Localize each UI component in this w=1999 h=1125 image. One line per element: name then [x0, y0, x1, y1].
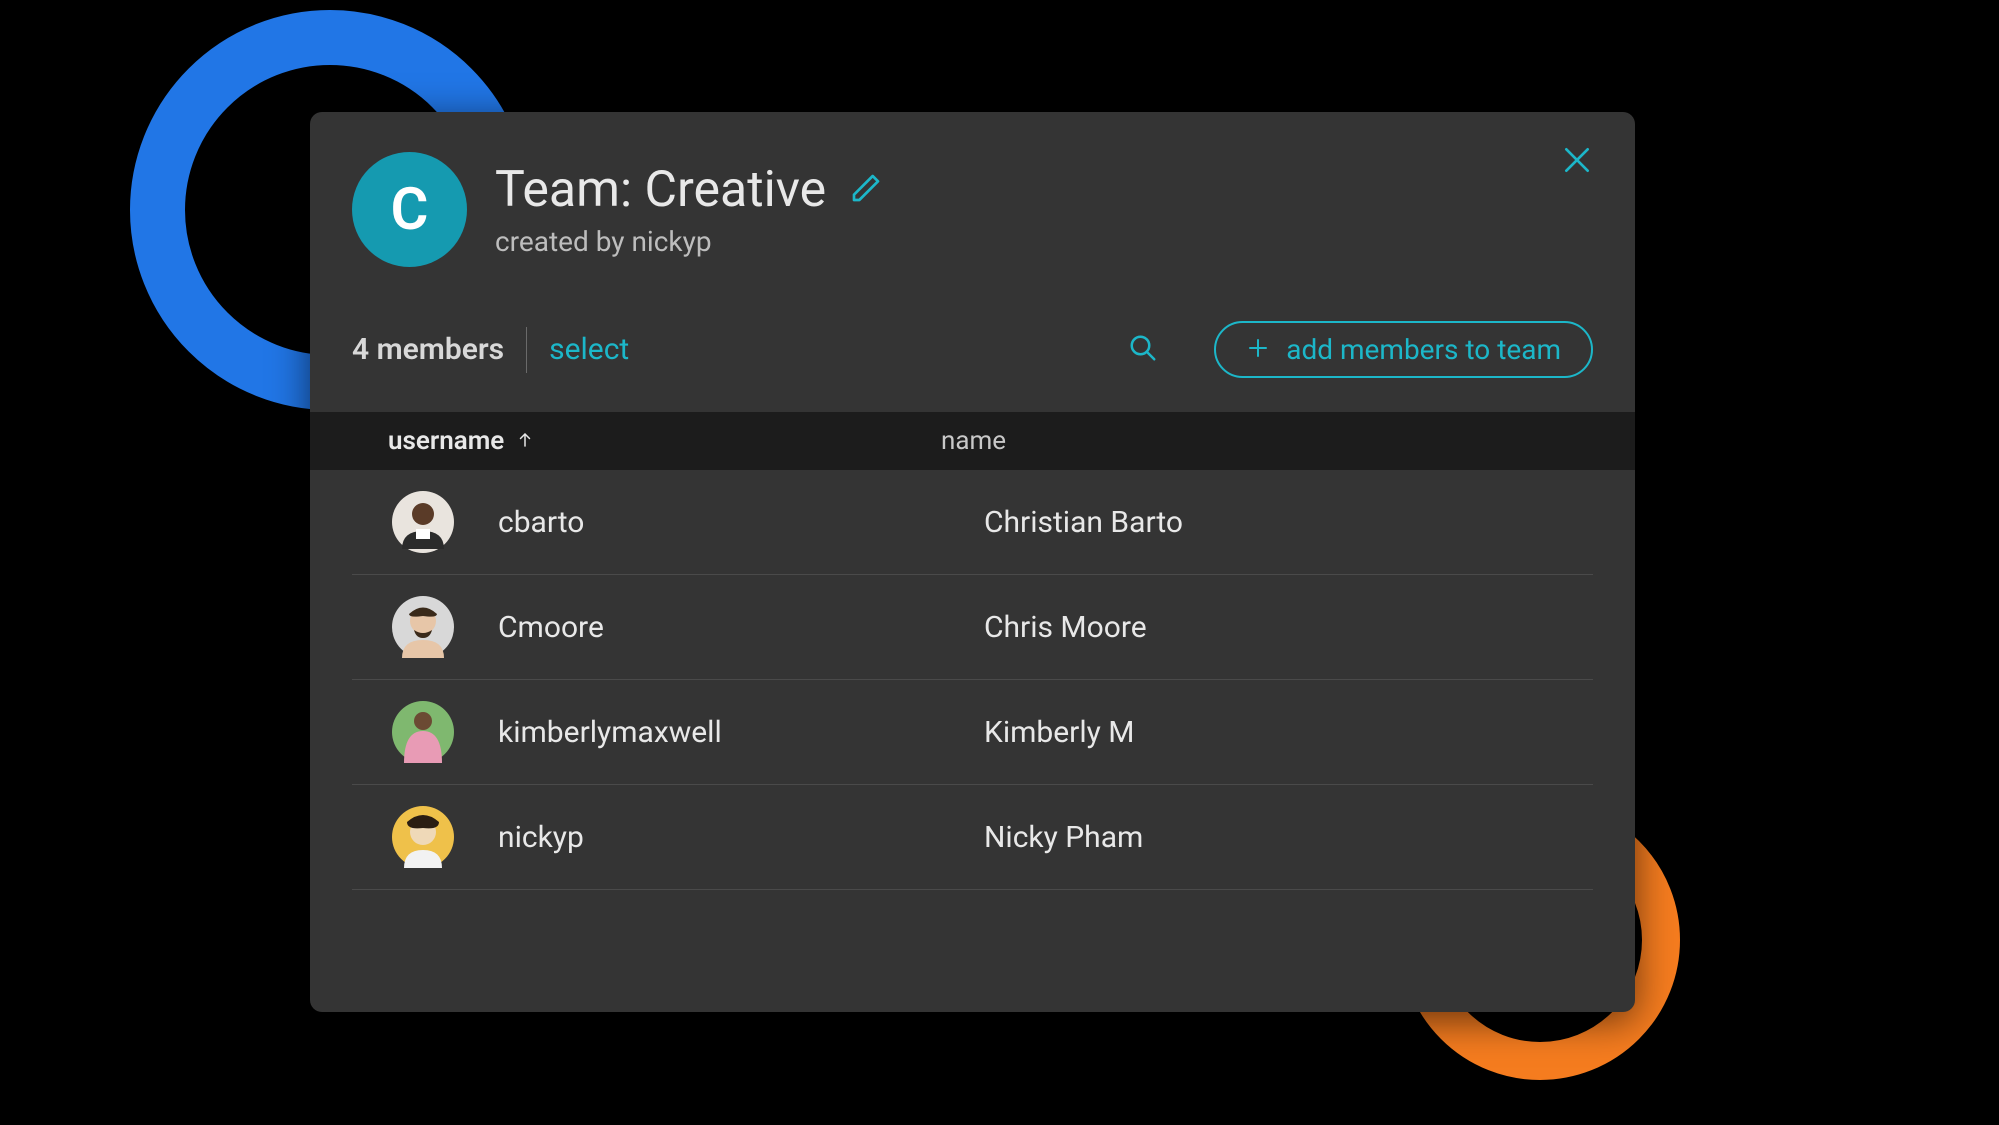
- team-detail-modal: C Team: Creative created by nickyp 4 mem…: [310, 112, 1635, 1012]
- cell-username: cbarto: [498, 505, 984, 540]
- plus-icon: [1246, 336, 1270, 364]
- avatar: [392, 491, 454, 553]
- edit-team-name-button[interactable]: [850, 172, 882, 208]
- team-avatar: C: [352, 152, 467, 267]
- table-row[interactable]: kimberlymaxwell Kimberly M: [352, 680, 1593, 785]
- avatar: [392, 806, 454, 868]
- header-text: Team: Creative created by nickyp: [495, 161, 882, 258]
- column-header-username-label: username: [388, 426, 504, 456]
- column-header-name[interactable]: name: [941, 426, 1006, 456]
- table-row[interactable]: Cmoore Chris Moore: [352, 575, 1593, 680]
- table-row[interactable]: cbarto Christian Barto: [352, 470, 1593, 575]
- search-button[interactable]: [1128, 333, 1158, 367]
- cell-username: kimberlymaxwell: [498, 715, 984, 750]
- modal-toolbar: 4 members select add members to team: [310, 321, 1635, 378]
- cell-name: Kimberly M: [984, 715, 1134, 750]
- avatar: [392, 596, 454, 658]
- search-icon: [1128, 333, 1158, 367]
- cell-name: Christian Barto: [984, 505, 1183, 540]
- close-button[interactable]: [1561, 144, 1593, 180]
- cell-username: nickyp: [498, 820, 984, 855]
- close-icon: [1561, 161, 1593, 180]
- add-members-button[interactable]: add members to team: [1214, 321, 1593, 378]
- sort-ascending-icon: [516, 426, 534, 456]
- team-title: Team: Creative: [495, 161, 826, 219]
- table-header-row: username name: [310, 412, 1635, 470]
- cell-name: Chris Moore: [984, 610, 1147, 645]
- members-table: username name: [310, 412, 1635, 890]
- column-header-username[interactable]: username: [388, 426, 941, 456]
- member-count: 4 members: [352, 332, 504, 367]
- select-link[interactable]: select: [549, 332, 629, 367]
- title-row: Team: Creative: [495, 161, 882, 219]
- avatar: [392, 701, 454, 763]
- column-header-name-label: name: [941, 426, 1006, 456]
- add-members-label: add members to team: [1286, 333, 1561, 366]
- cell-name: Nicky Pham: [984, 820, 1143, 855]
- table-body: cbarto Christian Barto Cmoore Chris Moor…: [310, 470, 1635, 890]
- team-avatar-letter: C: [391, 176, 429, 244]
- modal-header: C Team: Creative created by nickyp: [310, 152, 1635, 267]
- created-by-text: created by nickyp: [495, 225, 882, 258]
- table-row[interactable]: nickyp Nicky Pham: [352, 785, 1593, 890]
- pencil-icon: [850, 172, 882, 208]
- cell-username: Cmoore: [498, 610, 984, 645]
- toolbar-divider: [526, 327, 527, 373]
